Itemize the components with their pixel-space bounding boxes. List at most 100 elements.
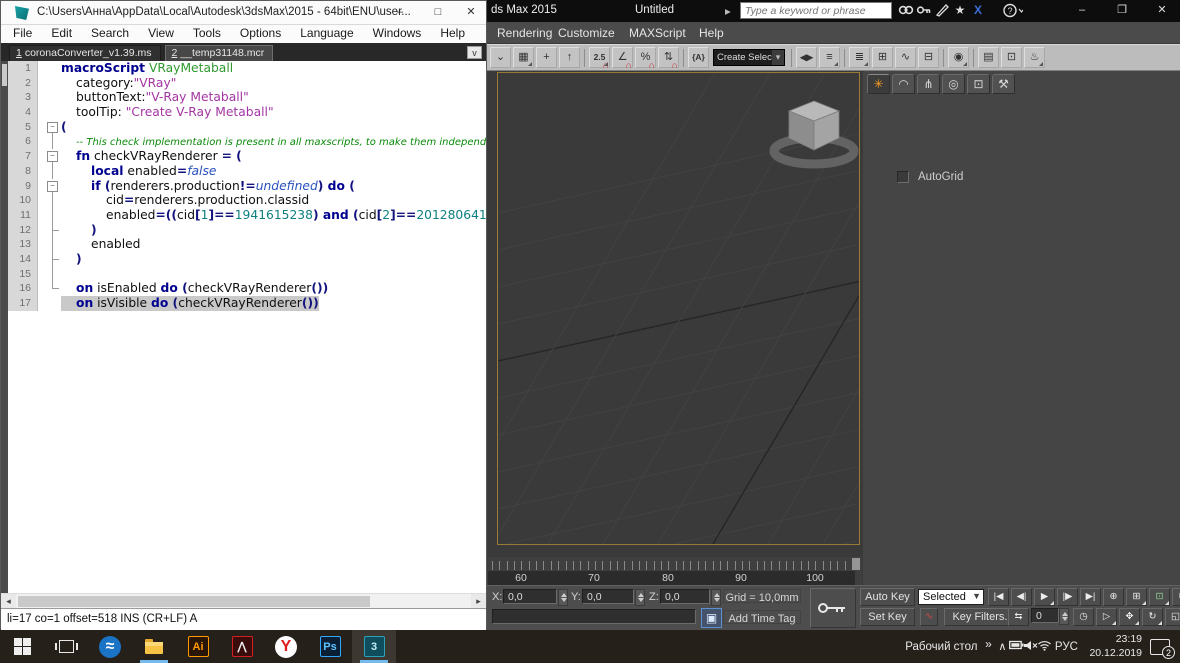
search-icon[interactable] bbox=[897, 3, 915, 19]
max-restore-button[interactable]: ❐ bbox=[1105, 0, 1139, 21]
tab-display[interactable]: ⊡ bbox=[967, 74, 990, 94]
clock[interactable]: 23:19 20.12.2019 bbox=[1089, 633, 1142, 660]
fold-margin[interactable] bbox=[45, 223, 61, 238]
snap-toggle-icon[interactable]: 2.5∩ bbox=[589, 47, 610, 68]
spinner-snap-icon[interactable]: ⇅∩ bbox=[658, 47, 679, 68]
fold-margin[interactable] bbox=[45, 237, 61, 252]
use-center-icon[interactable]: ▦ bbox=[513, 47, 534, 68]
hscroll-right-icon[interactable]: ▸ bbox=[471, 594, 486, 608]
max-close-button[interactable]: ✕ bbox=[1145, 0, 1179, 21]
fold-margin[interactable] bbox=[45, 208, 61, 223]
code-line[interactable]: 3buttonText:"V-Ray Metaball" bbox=[1, 90, 486, 105]
zoom-extents-icon[interactable]: ⊡ bbox=[1149, 588, 1170, 606]
editor-menu-search[interactable]: Search bbox=[91, 25, 129, 43]
code-line[interactable]: 2category:"VRay" bbox=[1, 76, 486, 91]
editor-maximize-button[interactable]: □ bbox=[421, 1, 455, 24]
perspective-viewport[interactable] bbox=[497, 72, 860, 545]
editor-hscroll[interactable]: ◂ ▸ bbox=[1, 593, 486, 608]
max-menu-maxscript[interactable]: MAXScript bbox=[629, 26, 686, 40]
fold-margin[interactable] bbox=[45, 164, 61, 179]
fold-margin[interactable]: − bbox=[45, 149, 61, 164]
align-icon[interactable]: ≡ bbox=[819, 47, 840, 68]
editor-hscroll-thumb[interactable] bbox=[18, 596, 370, 607]
max-minimize-button[interactable]: – bbox=[1065, 0, 1099, 21]
zoom-icon[interactable]: ⊕ bbox=[1103, 588, 1124, 606]
fold-margin[interactable] bbox=[45, 193, 61, 208]
render-production-icon[interactable]: ♨ bbox=[1024, 47, 1045, 68]
fold-margin[interactable]: − bbox=[45, 179, 61, 194]
toolbar-overflow-icon[interactable]: » bbox=[981, 637, 995, 651]
fold-margin[interactable] bbox=[45, 61, 61, 76]
fold-margin[interactable] bbox=[45, 252, 61, 267]
battery-icon[interactable] bbox=[1009, 640, 1023, 653]
editor-menu-help[interactable]: Help bbox=[440, 25, 465, 43]
curve-editor-icon[interactable]: ∿ bbox=[895, 47, 916, 68]
angle-snap-icon[interactable]: ∠∩ bbox=[612, 47, 633, 68]
fold-margin[interactable]: − bbox=[45, 120, 61, 135]
selection-set-dropdown[interactable]: Selected▼ bbox=[918, 589, 984, 605]
fold-margin[interactable] bbox=[45, 296, 61, 311]
fold-margin[interactable] bbox=[45, 134, 61, 149]
code-line[interactable]: 8local enabled=false bbox=[1, 164, 486, 179]
set-keys-button[interactable] bbox=[810, 588, 856, 628]
tray-chevron-icon[interactable]: ∧ bbox=[995, 640, 1009, 653]
edit-named-selection-sets-icon[interactable]: {A} bbox=[688, 47, 709, 68]
search-flyout-icon[interactable]: ▸ bbox=[725, 4, 731, 18]
search-input[interactable] bbox=[740, 2, 892, 19]
tab-create[interactable]: ✳ bbox=[867, 74, 890, 94]
task-view-taskbar-button[interactable] bbox=[44, 630, 88, 663]
key-icon[interactable] bbox=[915, 3, 933, 19]
keyboard-shortcut-override-icon[interactable]: ↑ bbox=[559, 47, 580, 68]
current-frame-field[interactable]: 0 bbox=[1031, 608, 1059, 623]
coord-spinner[interactable] bbox=[711, 589, 721, 606]
illustrator-taskbar-button[interactable]: Ai bbox=[176, 630, 220, 663]
code-line[interactable]: 13enabled bbox=[1, 237, 486, 252]
time-slider-ruler[interactable]: 60708090100 bbox=[488, 557, 862, 585]
code-line[interactable]: 7−fn checkVRayRenderer = ( bbox=[1, 149, 486, 164]
code-line[interactable]: 12) bbox=[1, 223, 486, 238]
max-menu-rendering[interactable]: Rendering bbox=[497, 26, 552, 40]
max-menu-customize[interactable]: Customize bbox=[558, 26, 615, 40]
code-line[interactable]: 17on isVisible do (checkVRayRenderer()) bbox=[1, 296, 486, 311]
editor-close-button[interactable]: ✕ bbox=[454, 1, 488, 24]
rendered-frame-window-icon[interactable]: ⊡ bbox=[1001, 47, 1022, 68]
editor-menu-edit[interactable]: Edit bbox=[51, 25, 72, 43]
code-line[interactable]: 5−( bbox=[1, 120, 486, 135]
set-key-button[interactable]: Set Key bbox=[860, 608, 915, 626]
goto-start-icon[interactable]: |◀ bbox=[988, 588, 1009, 606]
zoom-extents-all-icon[interactable]: ⧉ bbox=[1172, 588, 1180, 606]
editor-tab[interactable]: 2__temp31148.mcr bbox=[165, 45, 274, 61]
fold-margin[interactable] bbox=[45, 90, 61, 105]
auto-key-button[interactable]: Auto Key bbox=[860, 588, 915, 606]
named-selection-sets-combo[interactable]: Create Selection Se▾ bbox=[713, 49, 785, 66]
tab-utilities[interactable]: ⚒ bbox=[992, 74, 1015, 94]
code-line[interactable]: 10cid=renderers.production.classid bbox=[1, 193, 486, 208]
photoshop-taskbar-button[interactable]: Ps bbox=[308, 630, 352, 663]
code-line[interactable]: 1macroScript VRayMetaball bbox=[1, 61, 486, 76]
fold-margin[interactable] bbox=[45, 76, 61, 91]
a360-icon[interactable]: X bbox=[969, 3, 987, 19]
scene-explorer-icon[interactable]: ⊞ bbox=[872, 47, 893, 68]
tab-hierarchy[interactable]: ⋔ bbox=[917, 74, 940, 94]
zoom-all-icon[interactable]: ⊞ bbox=[1126, 588, 1147, 606]
max-menu-help[interactable]: Help bbox=[699, 26, 724, 40]
mirror-icon[interactable]: ◀▶ bbox=[796, 47, 817, 68]
tab-overflow-chevron-icon[interactable]: v bbox=[467, 46, 482, 59]
3ds-max-taskbar-button[interactable]: 3 bbox=[352, 630, 396, 663]
acrobat-taskbar-button[interactable]: ⋀ bbox=[220, 630, 264, 663]
code-line[interactable]: 9−if (renderers.production!=undefined) d… bbox=[1, 179, 486, 194]
autogrid-checkbox[interactable] bbox=[897, 171, 909, 183]
coord-field-x[interactable]: 0,0 bbox=[503, 589, 557, 604]
coord-spinner[interactable] bbox=[558, 589, 568, 606]
hscroll-left-icon[interactable]: ◂ bbox=[1, 594, 16, 608]
file-explorer-taskbar-button[interactable] bbox=[132, 630, 176, 663]
coord-field-y[interactable]: 0,0 bbox=[582, 589, 634, 604]
field-of-view-icon[interactable]: ▷ bbox=[1096, 608, 1117, 626]
wifi-icon[interactable] bbox=[1037, 640, 1051, 654]
tab-motion[interactable]: ◎ bbox=[942, 74, 965, 94]
editor-menu-language[interactable]: Language bbox=[300, 25, 353, 43]
coord-spinner[interactable] bbox=[635, 589, 645, 606]
code-line[interactable]: 14) bbox=[1, 252, 486, 267]
code-line[interactable]: 15 bbox=[1, 267, 486, 282]
play-icon[interactable]: ▶ bbox=[1034, 588, 1055, 606]
